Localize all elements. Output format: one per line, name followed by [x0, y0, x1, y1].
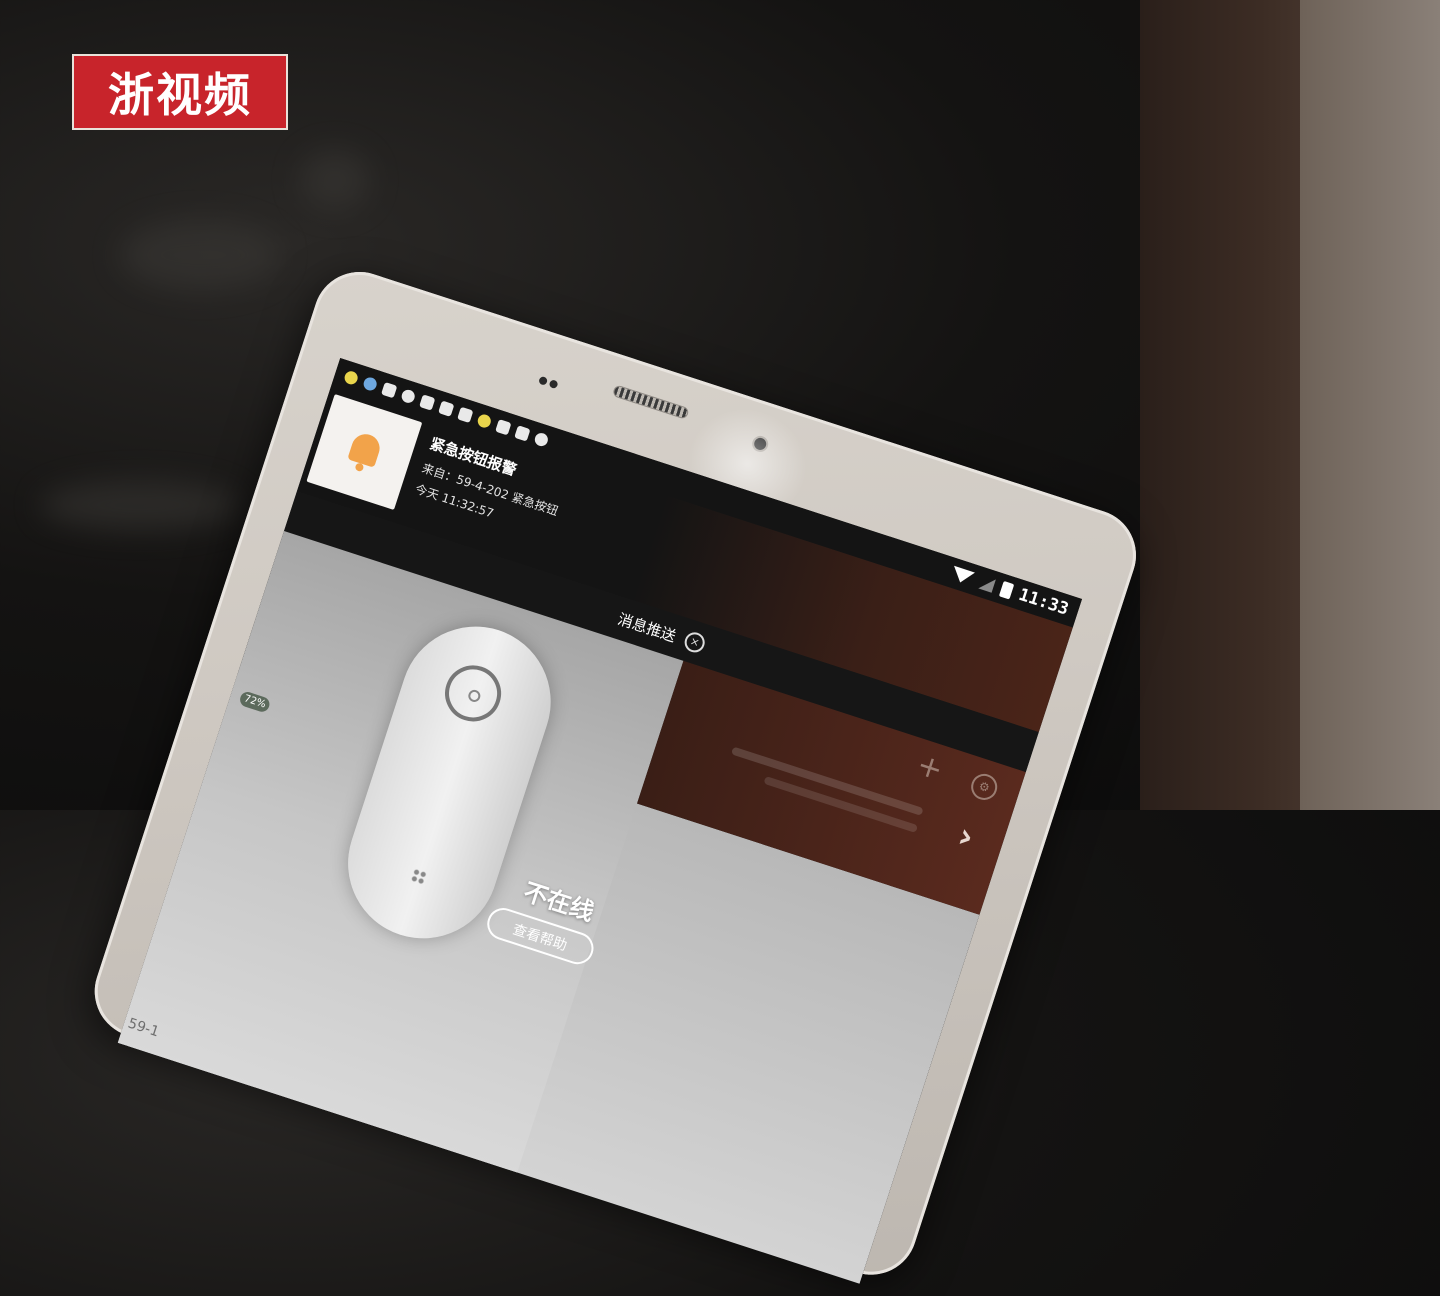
signal-icon — [978, 575, 996, 593]
sync-icon — [400, 387, 417, 405]
app-notification-icon — [476, 412, 493, 429]
sensor-dots — [537, 369, 564, 394]
earpiece-speaker — [611, 384, 690, 420]
dots-icon — [409, 867, 428, 886]
battery-icon — [998, 580, 1015, 600]
background-blur — [40, 480, 240, 530]
background-blur — [300, 150, 370, 210]
tablet-device: 11:33 紧急按钮报警 来自：59-4-202 紧急按钮 今天 11:32:5… — [82, 260, 1148, 1287]
power-button-icon — [437, 658, 509, 729]
background-door — [1300, 0, 1440, 810]
tablet-screen: 11:33 紧急按钮报警 来自：59-4-202 紧急按钮 今天 11:32:5… — [117, 357, 1083, 1284]
app-notification-icon — [343, 369, 360, 386]
wifi-icon — [949, 565, 975, 586]
close-icon[interactable]: × — [682, 629, 708, 656]
channel-logo: 浙视频 — [72, 54, 288, 130]
bell-icon — [337, 424, 392, 479]
notification-thumbnail — [306, 394, 423, 510]
alarm-icon — [533, 430, 550, 448]
channel-logo-text: 浙视频 — [108, 68, 252, 122]
message-push-label: 消息推送 — [615, 609, 679, 646]
message-icon — [419, 393, 436, 411]
browser-notification-icon — [362, 375, 379, 392]
app-icon — [457, 406, 474, 423]
image-icon — [495, 418, 512, 435]
document-icon — [438, 400, 455, 417]
background-blur — [120, 220, 280, 290]
lock-icon — [514, 424, 531, 442]
cloud-icon — [381, 381, 398, 398]
